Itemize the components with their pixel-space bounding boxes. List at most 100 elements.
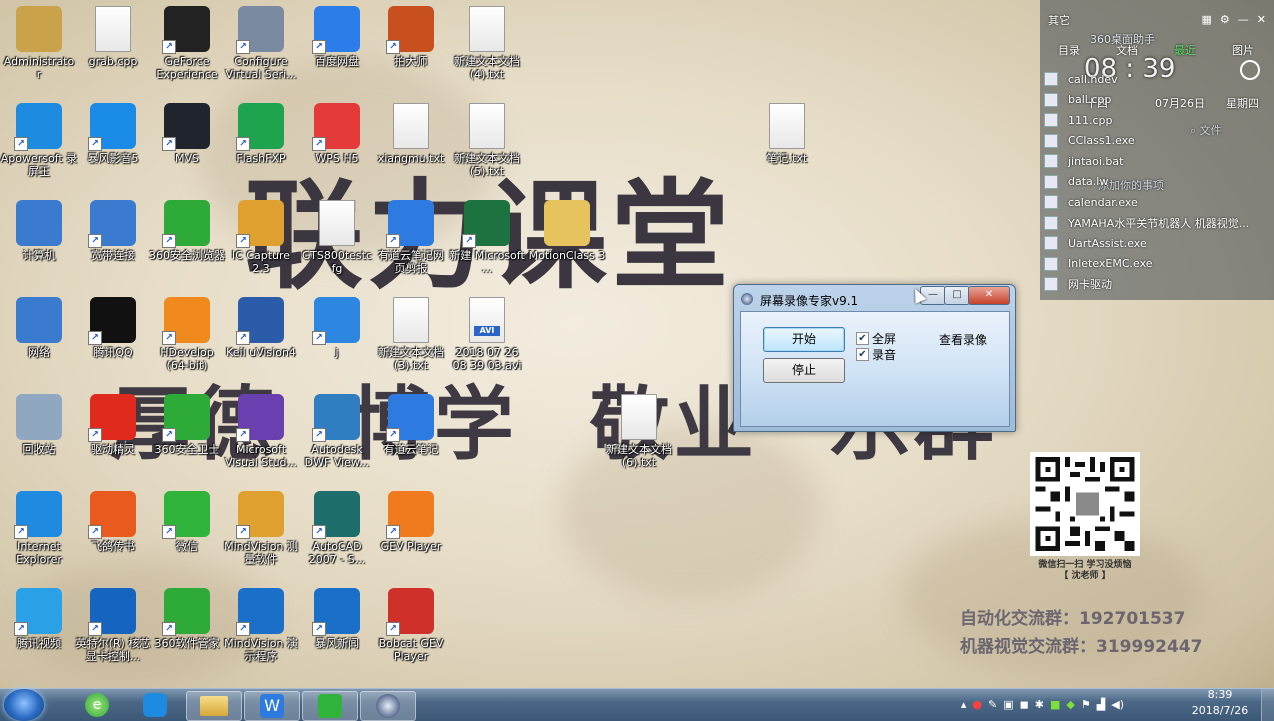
desktop-icon[interactable]: ↗ 微信 [148,491,226,553]
desktop-icon[interactable]: ↗ 腾讯视频 [0,588,78,650]
desktop-icon-label: 笔记.txt [766,152,808,165]
tray-app-icon[interactable]: ▣ [1003,698,1013,711]
desktop-icon[interactable]: 新建文本文档 (5).txt [448,103,526,178]
desktop-icon[interactable]: ↗ GeForce Experience [148,6,226,81]
recent-file-item[interactable]: UartAssist.exe [1044,233,1262,253]
start-button[interactable] [4,689,44,721]
recent-file-name: 111.cpp [1068,113,1113,127]
taskbar-360-browser[interactable]: e [70,691,124,719]
tray-bluetooth-icon[interactable]: ✱ [1035,698,1044,711]
stop-button[interactable]: 停止 [763,358,845,383]
desktop-icon[interactable]: ↗ 百度网盘 [298,6,376,68]
view-recordings-link[interactable]: 查看录像 [939,331,987,348]
panel-other-label[interactable]: 其它 [1048,12,1070,28]
desktop-icon[interactable]: 计算机 [0,200,78,262]
tray-nvidia-icon[interactable]: ■ [1050,698,1060,711]
desktop-icon[interactable]: ↗ GEV Player [372,491,450,553]
desktop-icon[interactable]: ↗ 有道云笔记网 页剪报 [372,200,450,275]
desktop-icon[interactable]: ↗ Microsoft Visual Stud... [222,394,300,469]
tray-pen-icon[interactable]: ✎ [988,698,997,711]
tray-volume-icon[interactable]: ◀) [1111,698,1124,711]
recent-file-item[interactable]: YAMAHA水平关节机器人 机器视觉... [1044,213,1262,233]
taskbar-wps[interactable]: W [244,691,300,721]
tray-time: 8:39 [1207,688,1233,701]
shortcut-arrow-icon: ↗ [236,428,250,442]
desktop-icon[interactable]: 笔记.txt [748,103,826,165]
maximize-button[interactable]: □ [944,286,970,305]
tab-pictures[interactable]: 图片 [1214,42,1272,58]
desktop-icon[interactable]: ↗ Bobcat GEV Player [372,588,450,663]
fullscreen-check-box[interactable]: ✔ [856,332,869,345]
desktop-icon[interactable]: ↗ 360软件管家 [148,588,226,650]
panel-grid-icon[interactable]: ▦ [1202,13,1212,26]
tray-record-icon[interactable]: ● [972,698,982,711]
desktop-icon[interactable]: ↗ MindVision 演示程序 [222,588,300,663]
desktop-icon[interactable]: ↗ 新建 Microsoft ... [448,200,526,275]
panel-minimize-icon[interactable]: — [1238,13,1249,26]
desktop-icon[interactable]: ↗ Internet Explorer [0,491,78,566]
close-button[interactable]: ✕ [968,286,1010,305]
desktop-icon[interactable]: ↗ 驱动精灵 [74,394,152,456]
desktop-icon[interactable]: 回收站 [0,394,78,456]
desktop-icon[interactable]: 新建文本文档 (3).txt [372,297,450,372]
show-desktop-button[interactable] [1261,689,1274,721]
desktop-icon[interactable]: ↗ FlashFXP [222,103,300,165]
recent-file-item[interactable]: call.hdev [1044,69,1262,89]
taskbar-recorder[interactable] [360,691,416,721]
desktop-icon[interactable]: xiangmu.txt [372,103,450,165]
desktop-icon[interactable]: ↗ 360安全卫士 [148,394,226,456]
desktop-icon[interactable]: Administrato r [0,6,78,81]
audio-checkbox[interactable]: ✔ 录音 [856,346,896,363]
desktop-icon[interactable]: ↗ MVS [148,103,226,165]
recent-file-item[interactable]: data.lw [1044,172,1262,192]
audio-check-box[interactable]: ✔ [856,348,869,361]
desktop-icon[interactable]: 新建文本文档 (6).txt [600,394,678,469]
tray-expand-icon[interactable]: ▴ [961,698,967,711]
desktop-icon[interactable]: GTS800testc fg [298,200,376,275]
tray-network-icon[interactable]: ▟ [1097,698,1105,711]
desktop-icon-label: 腾讯QQ [93,346,133,359]
desktop-icon[interactable]: ↗ 英特尔(R) 核芯显卡控制... [74,588,152,663]
desktop-icon[interactable]: ↗ Apowersoft 录屏王 [0,103,78,178]
desktop-icon[interactable]: ↗ 飞鸽传书 [74,491,152,553]
start-button[interactable]: 开始 [763,327,845,352]
desktop-icon[interactable]: grab.cpp [74,6,152,68]
desktop-icon[interactable]: AVI 2018 07 26 08 39 03.avi [448,297,526,372]
desktop-icon[interactable]: ↗ AutoCAD 2007 - S... [298,491,376,566]
desktop-icon[interactable]: ↗ Autodesk DWF View... [298,394,376,469]
desktop-icon[interactable]: ↗ IC Capture 2.3 [222,200,300,275]
desktop-icon[interactable]: ↗ 暴风新闻 [298,588,376,650]
panel-close-icon[interactable]: ✕ [1257,13,1266,26]
recent-file-item[interactable]: CClass1.exe [1044,131,1262,151]
taskbar-iqiyi[interactable] [302,691,358,721]
recent-file-item[interactable]: InletexEMC.exe [1044,254,1262,274]
desktop-icon[interactable]: ↗ j [298,297,376,359]
recent-file-item[interactable]: jintaoi.bat [1044,151,1262,171]
desktop-icon[interactable]: ↗ 360安全浏览器 [148,200,226,262]
recent-file-item[interactable]: 网卡驱动 [1044,274,1262,294]
tray-chat-icon[interactable]: ◼ [1020,698,1029,711]
desktop-icon[interactable]: ↗ MindVision 测量软件 [222,491,300,566]
recent-file-item[interactable]: ball.cpp [1044,90,1262,110]
desktop-icon[interactable]: ↗ 拍大师 [372,6,450,68]
desktop-icon[interactable]: ↗ WPS H5 [298,103,376,165]
desktop-icon[interactable]: ↗ Keil uVision4 [222,297,300,359]
panel-settings-icon[interactable]: ⚙ [1220,13,1230,26]
tray-clock[interactable]: 8:39 2018/7/26 [1188,688,1252,717]
tray-security-icon[interactable]: ◆ [1066,698,1074,711]
taskbar-explorer[interactable] [186,691,242,721]
tray-flag-icon[interactable]: ⚑ [1081,698,1091,711]
recent-file-item[interactable]: 111.cpp [1044,110,1262,130]
desktop-icon[interactable]: 新建文本文档 (4).txt [448,6,526,81]
taskbar-apowersoft[interactable] [128,691,182,719]
desktop-icon[interactable]: 网络 [0,297,78,359]
desktop-icon[interactable]: ↗ Configure Virtual Seri... [222,6,300,81]
recent-file-item[interactable]: calendar.exe [1044,192,1262,212]
desktop-icon[interactable]: ↗ 有道云笔记 [372,394,450,456]
desktop-icon[interactable]: ↗ HDevelop (64-bit) [148,297,226,372]
desktop-icon[interactable]: ↗ 暴风影音5 [74,103,152,165]
desktop-icon[interactable]: ↗ 宽带连接 [74,200,152,262]
fullscreen-checkbox[interactable]: ✔ 全屏 [856,330,896,347]
desktop-icon[interactable]: ↗ 腾讯QQ [74,297,152,359]
desktop-icon[interactable]: MotionClass 3 [528,200,606,262]
